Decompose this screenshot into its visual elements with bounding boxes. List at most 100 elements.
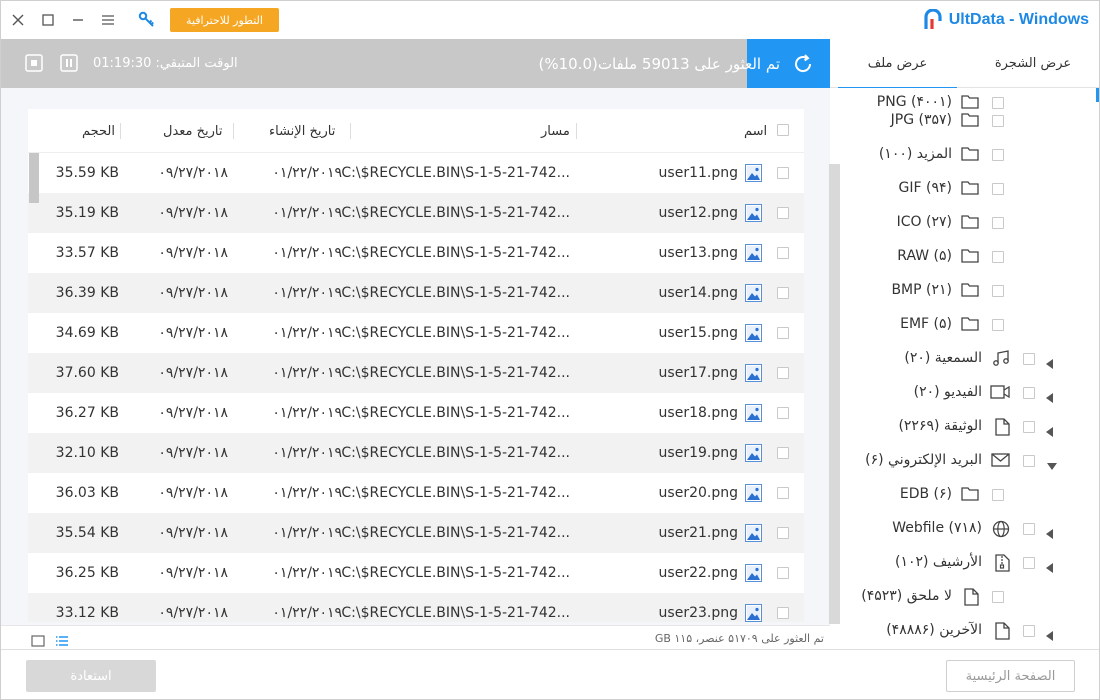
upgrade-pro-button[interactable]: التطور للاحترافية [170,8,279,32]
chevron-left-icon[interactable] [1046,626,1053,645]
image-file-icon [745,444,762,462]
modified-date-cell: ۰۹/۲۷/۲۰۱۸ [158,405,228,421]
tree-item-checkbox[interactable] [1023,557,1035,569]
recover-button[interactable]: استعادة [26,660,156,692]
key-icon[interactable] [136,9,158,31]
tree-item-label: الأرشيف (۱۰۲) [894,554,982,570]
maximize-icon[interactable] [37,9,59,31]
table-row[interactable]: user22.png C:\$RECYCLE.BIN\S-1-5-21-742..… [28,553,804,593]
home-button[interactable]: الصفحة الرئيسية [946,660,1075,692]
minimize-icon[interactable] [67,9,89,31]
tree-item-checkbox[interactable] [992,149,1004,161]
table-row[interactable]: user17.png C:\$RECYCLE.BIN\S-1-5-21-742..… [28,353,804,393]
tree-item-label: الوثيقة (۲۲۶۹) [898,418,982,434]
tab-tree-view[interactable]: عرض الشجرة [965,39,1099,88]
select-all-checkbox[interactable] [777,124,789,136]
table-row[interactable]: user12.png C:\$RECYCLE.BIN\S-1-5-21-742..… [28,193,804,233]
chevron-left-icon[interactable] [1046,524,1053,543]
row-checkbox[interactable] [777,567,789,579]
tree-item-checkbox[interactable] [992,251,1004,263]
tree-item[interactable]: JPG (۳۵۷) [830,104,1099,138]
row-checkbox[interactable] [777,487,789,499]
column-divider[interactable] [350,123,351,139]
horizontal-scroll-thumb[interactable] [29,153,39,203]
chevron-left-icon[interactable] [1046,558,1053,577]
pause-button[interactable] [60,54,78,76]
table-row[interactable]: user13.png C:\$RECYCLE.BIN\S-1-5-21-742..… [28,233,804,273]
tree-item-label: المزيد (۱۰۰) [878,146,952,162]
stop-button[interactable] [25,54,43,76]
table-row[interactable]: user23.png C:\$RECYCLE.BIN\S-1-5-21-742..… [28,593,804,622]
table-row[interactable]: user15.png C:\$RECYCLE.BIN\S-1-5-21-742..… [28,313,804,353]
column-header-name[interactable]: اسم [744,109,767,153]
tree-item-checkbox[interactable] [992,285,1004,297]
tree-item[interactable]: EDB (۶) [830,478,1099,512]
tree-item-checkbox[interactable] [1023,421,1035,433]
column-header-modified[interactable]: تاريخ معدل [163,109,223,153]
chevron-left-icon[interactable] [1046,422,1053,441]
tree-item[interactable]: الفيديو (۲۰) [830,376,1099,410]
row-checkbox[interactable] [777,207,789,219]
row-checkbox[interactable] [777,287,789,299]
table-row[interactable]: user11.png C:\$RECYCLE.BIN\S-1-5-21-742..… [28,153,804,193]
row-checkbox[interactable] [777,327,789,339]
folder-icon [961,316,979,335]
tree-item-checkbox[interactable] [1023,625,1035,637]
column-header-created[interactable]: تاريخ الإنشاء [269,109,335,153]
tree-item-checkbox[interactable] [1023,387,1035,399]
tree-item-checkbox[interactable] [992,319,1004,331]
column-divider[interactable] [576,123,577,139]
tree-item[interactable]: المزيد (۱۰۰) [830,138,1099,172]
menu-icon[interactable] [97,9,119,31]
tree-item[interactable]: لا ملحق (۴۵۲۳) [830,580,1099,614]
tree-item-checkbox[interactable] [992,115,1004,127]
tree-item-checkbox[interactable] [1023,455,1035,467]
modified-date-cell: ۰۹/۲۷/۲۰۱۸ [158,365,228,381]
column-divider[interactable] [233,123,234,139]
tree-item-checkbox[interactable] [992,183,1004,195]
column-header-path[interactable]: مسار [541,109,570,153]
column-divider[interactable] [120,123,121,139]
tree-item[interactable]: البريد الإلكتروني (۶) [830,444,1099,478]
tree-item-checkbox[interactable] [1023,353,1035,365]
file-path-cell: C:\$RECYCLE.BIN\S-1-5-21-742... [341,565,570,581]
tree-item[interactable]: GIF (۹۴) [830,172,1099,206]
tree-item[interactable]: BMP (۲۱) [830,274,1099,308]
tab-file-view[interactable]: عرض ملف [830,39,965,89]
table-row[interactable]: user20.png C:\$RECYCLE.BIN\S-1-5-21-742..… [28,473,804,513]
tree-item-checkbox[interactable] [1023,523,1035,535]
column-header-size[interactable]: الحجم [82,109,115,153]
tree-item[interactable]: ICO (۲۷) [830,206,1099,240]
file-name-cell: user21.png [658,525,738,541]
row-checkbox[interactable] [777,607,789,619]
row-checkbox[interactable] [777,367,789,379]
chevron-left-icon[interactable] [1046,388,1053,407]
close-icon[interactable] [7,9,29,31]
tree-item[interactable]: Webfile (۷۱۸) [830,512,1099,546]
refresh-icon [792,53,814,79]
chevron-down-icon[interactable] [1047,456,1057,475]
tree-item-label: الفيديو (۲۰) [913,384,982,400]
table-row[interactable]: user14.png C:\$RECYCLE.BIN\S-1-5-21-742..… [28,273,804,313]
tree-item[interactable]: الوثيقة (۲۲۶۹) [830,410,1099,444]
row-checkbox[interactable] [777,247,789,259]
row-checkbox[interactable] [777,407,789,419]
table-scrollbar[interactable] [829,164,840,624]
tree-item-checkbox[interactable] [992,489,1004,501]
row-checkbox[interactable] [777,527,789,539]
tree-item[interactable]: الآخرين (۴۸۸۸۶) [830,614,1099,648]
table-row[interactable]: user21.png C:\$RECYCLE.BIN\S-1-5-21-742..… [28,513,804,553]
tree-item[interactable]: EMF (۵) [830,308,1099,342]
row-checkbox[interactable] [777,167,789,179]
row-checkbox[interactable] [777,447,789,459]
tree-scrollbar[interactable] [1096,88,1099,102]
file-size-cell: 35.54 KB [55,525,119,541]
tree-item-checkbox[interactable] [992,217,1004,229]
tree-item[interactable]: الأرشيف (۱۰۲) [830,546,1099,580]
table-row[interactable]: user19.png C:\$RECYCLE.BIN\S-1-5-21-742..… [28,433,804,473]
tree-item[interactable]: RAW (۵) [830,240,1099,274]
table-row[interactable]: user18.png C:\$RECYCLE.BIN\S-1-5-21-742..… [28,393,804,433]
chevron-left-icon[interactable] [1046,354,1053,373]
tree-item[interactable]: السمعية (۲۰) [830,342,1099,376]
tree-item-checkbox[interactable] [992,591,1004,603]
